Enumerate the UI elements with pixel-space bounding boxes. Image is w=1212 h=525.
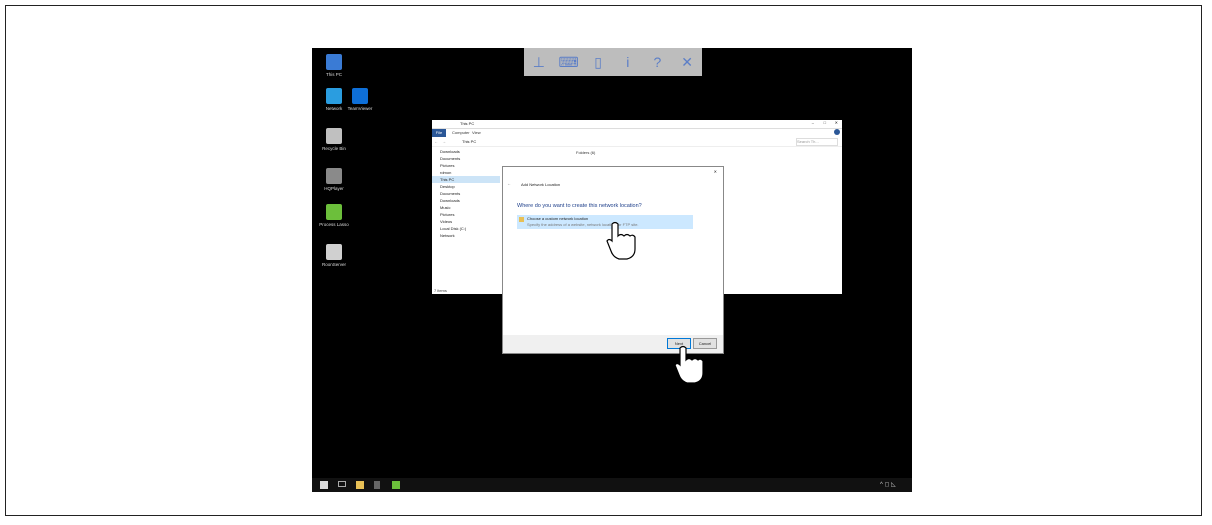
- desktop-icon-hqplayer[interactable]: HQPlayer: [314, 168, 354, 191]
- close-icon[interactable]: ✕: [677, 54, 697, 71]
- nav-item[interactable]: Pictures: [432, 211, 500, 218]
- dialog-close-icon[interactable]: ✕: [714, 169, 717, 174]
- document-frame: ⊥ ⌨ ▯ i ? ✕ This PC Network TeamViewer R…: [5, 5, 1202, 516]
- ribbon-tabs: File Computer View: [432, 129, 842, 137]
- back-arrow-icon[interactable]: ←: [507, 181, 511, 186]
- info-icon[interactable]: i: [618, 54, 638, 70]
- desktop-icon-this-pc[interactable]: This PC: [314, 54, 354, 77]
- nav-item[interactable]: Videos: [432, 218, 500, 225]
- recycle-bin-icon: [326, 128, 342, 144]
- nav-item[interactable]: Music: [432, 204, 500, 211]
- taskbar: ^ ◻ ◺: [312, 478, 912, 492]
- desktop-icon-process-lasso[interactable]: Process Lasso: [314, 204, 354, 227]
- task-view-icon[interactable]: [338, 481, 346, 487]
- mouse-icon[interactable]: ▯: [588, 54, 608, 71]
- nav-item[interactable]: Documents: [432, 190, 500, 197]
- explorer-taskbar-icon[interactable]: [356, 481, 364, 489]
- desktop-icon-recycle-bin[interactable]: Recycle Bin: [314, 128, 354, 151]
- keyboard-icon[interactable]: ⌨: [558, 54, 578, 71]
- address-bar[interactable]: ← → This PC Search Th...: [432, 137, 842, 147]
- nav-item[interactable]: Downloads: [432, 148, 500, 155]
- tab-view[interactable]: View: [472, 130, 481, 135]
- explorer-titlebar: This PC – □ ✕: [432, 120, 842, 129]
- nav-item[interactable]: Local Disk (C:): [432, 225, 500, 232]
- dialog-question: Where do you want to create this network…: [517, 203, 642, 209]
- window-title: This PC: [460, 121, 475, 126]
- address-path: This PC: [462, 139, 477, 144]
- search-field[interactable]: Search Th...: [796, 138, 838, 146]
- desktop-icon-teamviewer[interactable]: TeamViewer: [340, 88, 380, 111]
- maximize-icon[interactable]: □: [824, 120, 826, 125]
- nav-item[interactable]: Desktop: [432, 183, 500, 190]
- tab-computer[interactable]: Computer: [452, 130, 470, 135]
- hqplayer-icon: [326, 168, 342, 184]
- back-icon[interactable]: ←: [434, 139, 438, 144]
- nav-item[interactable]: Pictures: [432, 162, 500, 169]
- navigation-pane: Downloads Documents Pictures rdmon This …: [432, 148, 500, 286]
- process-lasso-taskbar-icon[interactable]: [392, 481, 400, 489]
- step-number: 6: [617, 235, 625, 250]
- start-icon[interactable]: [320, 481, 328, 489]
- computer-icon: [326, 54, 342, 70]
- step-number: 7: [685, 359, 693, 374]
- step-7-hand-pointer: 7: [668, 342, 712, 386]
- remote-toolbar: ⊥ ⌨ ▯ i ? ✕: [524, 48, 702, 76]
- dialog-header: Add Network Location: [521, 182, 561, 187]
- folder-icon: [519, 217, 524, 222]
- roonserver-icon: [326, 244, 342, 260]
- folders-header[interactable]: Folders (6): [576, 150, 595, 155]
- nav-item-this-pc[interactable]: This PC: [432, 176, 500, 183]
- tab-file[interactable]: File: [432, 129, 446, 137]
- help-icon[interactable]: [834, 129, 840, 135]
- system-tray[interactable]: ^ ◻ ◺: [880, 481, 904, 489]
- step-6-hand-pointer: 6: [600, 218, 644, 262]
- minimize-icon[interactable]: –: [812, 120, 814, 125]
- forward-icon[interactable]: →: [442, 139, 446, 144]
- pin-icon[interactable]: ⊥: [529, 54, 549, 71]
- window-close-icon[interactable]: ✕: [835, 120, 838, 125]
- nav-item[interactable]: Documents: [432, 155, 500, 162]
- nav-item[interactable]: Network: [432, 232, 500, 239]
- help-icon[interactable]: ?: [647, 54, 667, 70]
- nav-item[interactable]: Downloads: [432, 197, 500, 204]
- teamviewer-icon: [352, 88, 368, 104]
- remote-desktop-screen: ⊥ ⌨ ▯ i ? ✕ This PC Network TeamViewer R…: [312, 48, 912, 492]
- app-taskbar-icon[interactable]: [374, 481, 380, 489]
- desktop-icon-roonserver[interactable]: RoonServer: [314, 244, 354, 267]
- nav-item[interactable]: rdmon: [432, 169, 500, 176]
- choice-title: Choose a custom network location: [527, 216, 589, 221]
- process-lasso-icon: [326, 204, 342, 220]
